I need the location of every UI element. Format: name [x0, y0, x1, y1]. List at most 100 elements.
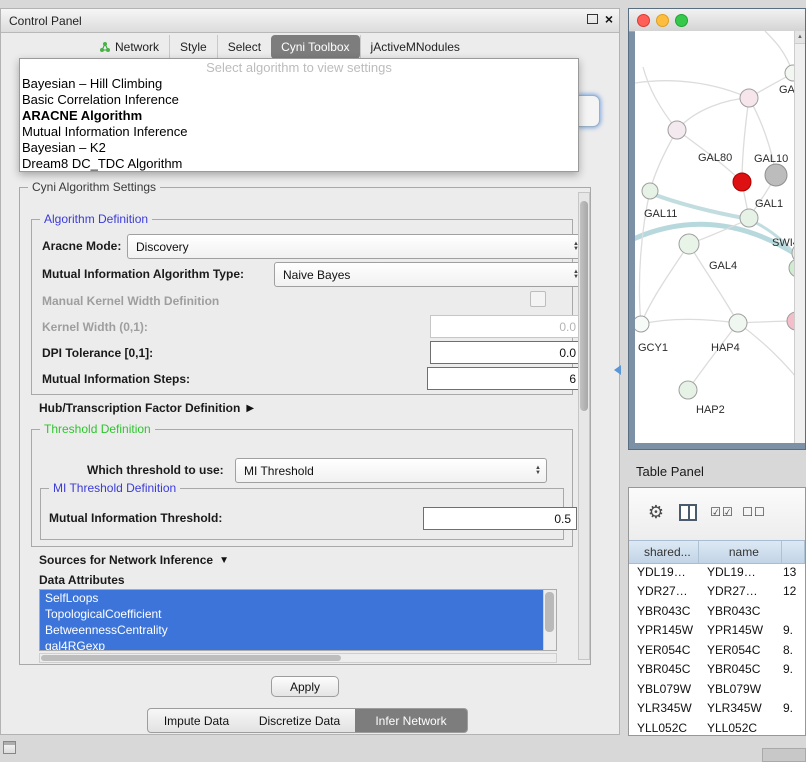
data-attributes-list[interactable]: SelfLoopsTopologicalCoefficientBetweenne…	[39, 589, 557, 651]
table-row[interactable]: YLL052CYLL052C	[629, 718, 805, 735]
attribute-item-betweennesscentrality[interactable]: BetweennessCentrality	[40, 622, 544, 638]
threshold-definition-title: Threshold Definition	[40, 422, 155, 436]
control-panel-titlebar[interactable]: Control Panel ×	[1, 9, 619, 33]
network-edge[interactable]	[641, 319, 738, 324]
algorithm-option-bayesian-k2[interactable]: Bayesian – K2	[20, 140, 578, 156]
close-traffic-light-icon[interactable]	[637, 14, 650, 27]
network-edge[interactable]	[688, 323, 738, 390]
sources-label: Sources for Network Inference	[39, 553, 213, 567]
network-vertical-scrollbar[interactable]: ▲	[794, 31, 805, 443]
table-options-gear-icon[interactable]: ⚙	[645, 502, 667, 522]
column-header-2[interactable]	[782, 541, 805, 563]
attributes-horizontal-scrollbar[interactable]	[39, 653, 557, 663]
table-row[interactable]: YDR27…YDR27…12	[629, 582, 805, 602]
scrollbar-thumb[interactable]	[545, 592, 554, 632]
table-cell: YDR27…	[699, 584, 783, 598]
column-header-shared-[interactable]: shared...	[629, 541, 699, 563]
network-node-hap4[interactable]	[729, 314, 747, 332]
table-header-row[interactable]: shared...name	[629, 540, 805, 564]
dpi-tolerance-field[interactable]: 0.0	[430, 341, 582, 364]
algorithm-option-aracne-algorithm[interactable]: ARACNE Algorithm	[20, 108, 578, 124]
network-edge[interactable]	[742, 98, 749, 182]
network-node[interactable]	[765, 164, 787, 186]
tab-style[interactable]: Style	[169, 35, 217, 59]
algorithm-option-bayesian-hill-climbing[interactable]: Bayesian – Hill Climbing	[20, 76, 578, 92]
network-node-gal80[interactable]	[668, 121, 686, 139]
tab-cyni-toolbox[interactable]: Cyni Toolbox	[271, 35, 359, 59]
zoom-traffic-light-icon[interactable]	[675, 14, 688, 27]
table-row[interactable]: YBR043CYBR043C	[629, 601, 805, 621]
network-canvas[interactable]: GAL8GAL80GAL10GAL11GAL1SWI4GAL4GCY1HAP4H…	[635, 31, 805, 443]
network-edge[interactable]	[677, 98, 749, 130]
manual-kernel-checkbox[interactable]	[530, 291, 546, 307]
attribute-item-topologicalcoefficient[interactable]: TopologicalCoefficient	[40, 606, 544, 622]
settings-vertical-scrollbar[interactable]	[578, 192, 590, 660]
algorithm-option-basic-correlation-inference[interactable]: Basic Correlation Inference	[20, 92, 578, 108]
table-row[interactable]: YBL079WYBL079W	[629, 679, 805, 699]
network-node-hap2[interactable]	[679, 381, 697, 399]
network-graph[interactable]: GAL8GAL80GAL10GAL11GAL1SWI4GAL4GCY1HAP4H…	[635, 31, 805, 443]
bottom-tab-infer-network[interactable]: Infer Network	[355, 708, 468, 733]
table-row[interactable]: YPR145WYPR145W9.	[629, 621, 805, 641]
scrollbar-thumb[interactable]	[580, 201, 588, 411]
deselect-all-columns-icon[interactable]: ☐☐	[741, 502, 767, 522]
tab-label: Style	[180, 40, 207, 54]
window-buttons: ×	[587, 13, 613, 25]
network-node-gal10[interactable]	[733, 173, 751, 191]
aracne-mode-combobox[interactable]: Discovery ▲▼	[127, 234, 585, 259]
table-row[interactable]: YDL19…YDL19…13	[629, 562, 805, 582]
mi-type-combobox[interactable]: Naive Bayes ▲▼	[274, 262, 585, 287]
network-node[interactable]	[740, 89, 758, 107]
select-all-columns-icon[interactable]: ☑☑	[709, 502, 735, 522]
network-node-gal4[interactable]	[679, 234, 699, 254]
mi-threshold-field[interactable]: 0.5	[423, 507, 577, 530]
attribute-item-selfloops[interactable]: SelfLoops	[40, 590, 544, 606]
network-node-gcy1[interactable]	[635, 316, 649, 332]
table-cell: YBL079W	[629, 682, 699, 696]
minimize-traffic-light-icon[interactable]	[656, 14, 669, 27]
network-edge[interactable]	[650, 130, 677, 191]
tab-network[interactable]: Network	[89, 35, 169, 59]
network-node-gal11[interactable]	[642, 183, 658, 199]
aracne-mode-label: Aracne Mode:	[42, 239, 121, 253]
which-threshold-combobox[interactable]: MI Threshold ▲▼	[235, 458, 547, 483]
dpi-tolerance-label: DPI Tolerance [0,1]:	[42, 346, 153, 360]
bottom-tab-impute-data[interactable]: Impute Data	[147, 708, 246, 733]
tab-jactivemnodules[interactable]: jActiveMNodules	[360, 35, 470, 59]
algorithm-option-dream8-dc-tdc-algorithm[interactable]: Dream8 DC_TDC Algorithm	[20, 156, 578, 172]
sources-toggle[interactable]: Sources for Network Inference ▼	[39, 553, 229, 567]
network-edge[interactable]	[738, 323, 801, 383]
kernel-width-field[interactable]: 0.0	[430, 315, 582, 338]
table-cell: YLL052C	[629, 721, 699, 735]
table-row[interactable]: YER054CYER054C8.	[629, 640, 805, 660]
network-edge[interactable]	[635, 81, 749, 98]
attributes-vertical-scrollbar[interactable]	[543, 590, 556, 650]
scrollbar-thumb[interactable]	[41, 655, 341, 661]
table-row[interactable]: YLR345WYLR345W9.	[629, 699, 805, 719]
table-cell: YPR145W	[629, 623, 699, 637]
network-node-gal1[interactable]	[740, 209, 758, 227]
bottom-tab-discretize-data[interactable]: Discretize Data	[244, 708, 356, 733]
mi-threshold-group-title: MI Threshold Definition	[49, 481, 180, 495]
network-edge[interactable]	[643, 67, 677, 130]
algorithm-option-mutual-information-inference[interactable]: Mutual Information Inference	[20, 124, 578, 140]
float-window-icon[interactable]	[587, 14, 598, 24]
apply-button[interactable]: Apply	[271, 676, 339, 697]
attribute-item-gal4rgexp[interactable]: gal4RGexp	[40, 638, 544, 651]
hub-definition-toggle[interactable]: Hub/Transcription Factor Definition ▶	[39, 401, 254, 415]
table-toolbar: ⚙ ☑☑ ☐☐	[629, 488, 805, 541]
mi-steps-field[interactable]: 6	[427, 367, 582, 390]
show-columns-icon[interactable]	[677, 502, 699, 522]
algorithm-popup-placeholder: Select algorithm to view settings	[20, 60, 578, 76]
network-edge[interactable]	[689, 244, 738, 323]
scroll-up-arrow-icon[interactable]: ▲	[795, 31, 805, 44]
network-edge[interactable]	[641, 244, 689, 324]
close-window-icon[interactable]: ×	[605, 13, 613, 25]
table-row[interactable]: YBR045CYBR045C9.	[629, 660, 805, 680]
network-window-titlebar[interactable]	[629, 9, 805, 32]
expanded-arrow-icon: ▼	[219, 555, 229, 566]
tab-select[interactable]: Select	[217, 35, 271, 59]
collapsed-panel-icon[interactable]	[3, 741, 16, 754]
panel-splitter-handle[interactable]	[614, 365, 621, 375]
column-header-name[interactable]: name	[699, 541, 783, 563]
